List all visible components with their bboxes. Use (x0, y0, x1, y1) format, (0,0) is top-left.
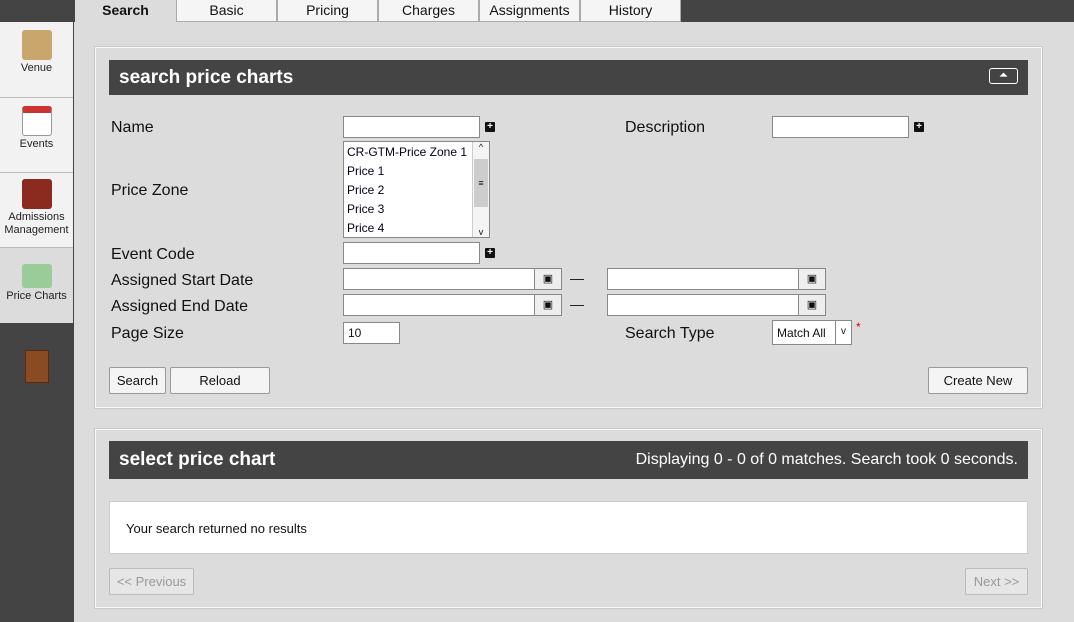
collapse-icon[interactable]: ⏶ (989, 68, 1018, 84)
sidebar-item-label: Admissions Management (4, 211, 69, 236)
list-item[interactable]: Price 1 (347, 162, 486, 181)
create-new-button[interactable]: Create New (928, 367, 1028, 394)
add-icon[interactable]: + (485, 248, 495, 258)
event-code-label: Event Code (111, 246, 195, 263)
sidebar-item-label: Price Charts (6, 290, 67, 302)
list-item[interactable]: Price 3 (347, 200, 486, 219)
tab-basic[interactable]: Basic (176, 0, 277, 22)
name-label: Name (111, 119, 154, 136)
admissions-icon (21, 179, 52, 209)
price-zone-listbox[interactable]: CR-GTM-Price Zone 1 Price 1 Price 2 Pric… (343, 141, 490, 238)
description-input[interactable] (772, 116, 909, 138)
sidebar-item-admissions[interactable]: Admissions Management (0, 173, 73, 248)
end-date-from-input[interactable] (343, 294, 535, 316)
scrollbar[interactable]: ≡ ^ v (472, 142, 489, 237)
add-icon[interactable]: + (485, 122, 495, 132)
previous-button[interactable]: << Previous (109, 568, 194, 595)
list-item[interactable]: CR-GTM-Price Zone 1 (347, 143, 486, 162)
venue-icon (21, 30, 52, 60)
add-icon[interactable]: + (914, 122, 924, 132)
search-panel (94, 46, 1043, 409)
name-input[interactable] (343, 116, 480, 138)
end-date-label: Assigned End Date (111, 298, 248, 315)
start-date-to-input[interactable] (607, 268, 799, 290)
search-type-select[interactable]: Match All v (772, 320, 852, 345)
reload-button[interactable]: Reload (170, 367, 270, 394)
range-dash: — (570, 296, 584, 312)
range-dash: — (570, 270, 584, 286)
event-code-input[interactable] (343, 242, 480, 264)
sidebar-item-label: Venue (20, 62, 53, 74)
results-header: select price chart Displaying 0 - 0 of 0… (109, 441, 1028, 479)
selected-value: Match All (777, 326, 826, 340)
calendar-icon[interactable]: ▣ (534, 294, 562, 316)
price-zone-label: Price Zone (111, 182, 189, 199)
sidebar-item-venue[interactable]: Venue (0, 22, 73, 98)
tab-search[interactable]: Search (75, 0, 176, 22)
search-header: search price charts ⏶ (109, 60, 1028, 95)
calendar-icon[interactable]: ▣ (534, 268, 562, 290)
sidebar-item-price-charts[interactable]: Price Charts (0, 248, 73, 323)
tab-charges[interactable]: Charges (378, 0, 479, 22)
description-label: Description (625, 119, 706, 136)
required-mark: * (856, 320, 861, 334)
tab-history[interactable]: History (580, 0, 681, 22)
start-date-from-input[interactable] (343, 268, 535, 290)
list-item[interactable]: Price 2 (347, 181, 486, 200)
list-item[interactable]: Price 4 (347, 219, 486, 238)
calendar-icon (21, 106, 52, 136)
start-date-label: Assigned Start Date (111, 272, 254, 289)
calendar-icon[interactable]: ▣ (798, 294, 826, 316)
panel-title: search price charts (119, 67, 294, 88)
page-size-input[interactable]: 10 (343, 322, 400, 344)
next-button[interactable]: Next >> (965, 568, 1028, 595)
empty-message: Your search returned no results (126, 521, 307, 536)
exit-door-icon[interactable] (25, 350, 49, 383)
sidebar: Venue Events Admissions Management Price… (0, 0, 74, 622)
panel-title: select price chart (119, 449, 276, 470)
sidebar-item-events[interactable]: Events (0, 98, 73, 173)
search-button[interactable]: Search (109, 367, 166, 394)
page-size-label: Page Size (111, 325, 184, 342)
calendar-icon[interactable]: ▣ (798, 268, 826, 290)
tab-pricing[interactable]: Pricing (277, 0, 378, 22)
sidebar-item-label: Events (19, 138, 54, 150)
search-type-label: Search Type (625, 325, 715, 342)
price-chart-icon (21, 264, 52, 288)
results-box: Your search returned no results (109, 501, 1028, 554)
end-date-to-input[interactable] (607, 294, 799, 316)
results-status: Displaying 0 - 0 of 0 matches. Search to… (635, 451, 1018, 468)
tab-assignments[interactable]: Assignments (479, 0, 580, 22)
chevron-down-icon: v (835, 321, 851, 344)
